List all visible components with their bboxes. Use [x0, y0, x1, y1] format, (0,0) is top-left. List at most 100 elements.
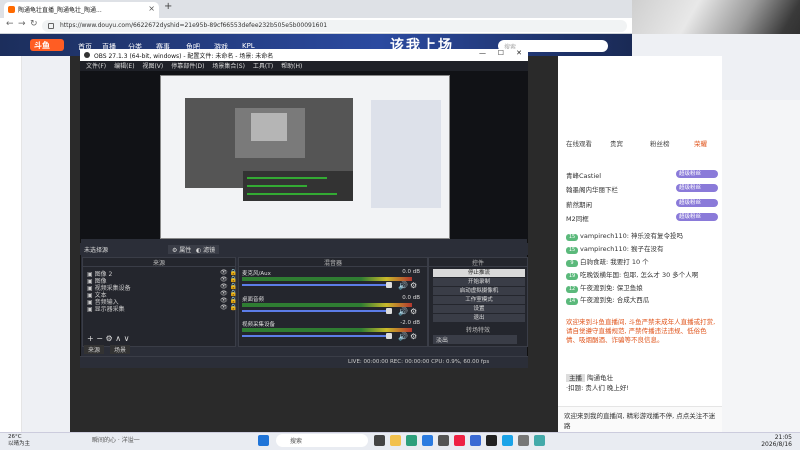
mixer-dock: 混音器 麦克风/Aux 0.0 dB 🔊 ⚙ 桌面音频 0.0 dB 🔊 ⚙ 视… — [238, 257, 428, 347]
chat-message: 12 午夜渡到免: 保卫鱼娘 — [566, 282, 643, 293]
maximize-icon[interactable]: ☐ — [498, 49, 504, 57]
windows-start-icon[interactable] — [258, 435, 269, 446]
taskbar-search[interactable]: 搜索 — [276, 434, 368, 447]
chat-tab-vip[interactable]: 贵宾 — [610, 138, 623, 148]
chat-message: 19 吃晚饭横年国: 包耶, 怎么才 30 多个人啊 — [566, 269, 698, 280]
url-field[interactable]: https://www.douyu.com/6622672dyshid=21e9… — [42, 20, 627, 32]
clock[interactable]: 21:05 2026/8/16 — [752, 434, 792, 448]
volume-slider[interactable] — [242, 333, 392, 339]
weather-widget[interactable]: 26°C 以晴为主 — [8, 434, 30, 447]
gear-icon[interactable]: ⚙ — [410, 307, 417, 316]
obs-status-bar: LIVE: 00:00:00 REC: 00:00:00 CPU: 0.9%, … — [80, 356, 528, 368]
new-tab-button[interactable]: + — [164, 1, 172, 12]
stop-streaming-button[interactable]: 停止推流 — [433, 269, 525, 277]
site-logo[interactable]: 斗鱼 — [30, 39, 64, 51]
obs-taskbar-icon[interactable] — [486, 435, 497, 446]
virtual-camera-button[interactable]: 启动虚拟摄像机 — [433, 287, 525, 295]
chat-tab-honor[interactable]: 荣耀 — [694, 138, 707, 148]
menu-edit[interactable]: 编辑(E) — [114, 63, 134, 70]
controls-header: 控件 — [429, 258, 527, 267]
store-icon[interactable] — [438, 435, 449, 446]
app-icon[interactable] — [534, 435, 545, 446]
gear-icon[interactable]: ⚙ — [410, 332, 417, 341]
sources-header: 来源 — [83, 258, 235, 267]
right-toolbar — [722, 100, 800, 432]
filters-button[interactable]: ◐ 滤镜 — [192, 245, 220, 254]
controls-dock: 控件 停止推流 开始录制 启动虚拟摄像机 工作室模式 设置 退出 转场特效 淡出 — [428, 257, 528, 347]
tab-sources[interactable]: 来源 — [84, 345, 105, 354]
chat-welcome-box[interactable]: 欢迎来到我的直播间, 精彩游戏播不停, 点点关注不迷路 — [558, 406, 722, 432]
chat-message: 15 vampirech110: 猴子在没有 — [566, 243, 663, 254]
close-tab-icon[interactable]: × — [148, 4, 155, 13]
volume-slider[interactable] — [242, 282, 392, 288]
menu-file[interactable]: 文件(F) — [86, 63, 106, 70]
speaker-icon[interactable]: 🔊 — [398, 332, 408, 341]
exit-button[interactable]: 退出 — [433, 314, 525, 322]
obs-logo-icon — [84, 52, 90, 58]
chrome-icon[interactable] — [422, 435, 433, 446]
transitions-header: 转场特效 — [465, 327, 490, 334]
welcome-text: 欢迎来到我的直播间, 精彩游戏播不停, 点点关注不迷路 — [564, 412, 716, 430]
app-icon[interactable] — [374, 435, 385, 446]
source-controls[interactable]: + − ⚙ ∧ ∨ — [87, 334, 129, 343]
app-icon[interactable] — [454, 435, 465, 446]
properties-label: 属性 — [179, 247, 192, 254]
menu-scene-collection[interactable]: 场景集合(S) — [212, 63, 245, 70]
chat-message: 15 vampirech110: 神乐没有复令投吗 — [566, 230, 683, 241]
browser-tab[interactable]: 陶通龟壮直播_陶通龟壮_陶通... × — [4, 2, 159, 18]
speaker-icon[interactable]: 🔊 — [398, 281, 408, 290]
system-notice: 欢迎来到斗鱼直播间, 斗鱼严禁未成年人直播或打赏, 请自觉遵守直播规范, 严禁传… — [566, 318, 716, 344]
gear-icon[interactable]: ⚙ — [410, 281, 417, 290]
volume-slider[interactable] — [242, 308, 392, 314]
chat-tab-viewers[interactable]: 在线观看 — [566, 138, 592, 148]
rank-badge: 超级粉丝 — [676, 199, 718, 207]
chat-tab-fans[interactable]: 粉丝榜 — [650, 138, 670, 148]
tab-title: 陶通龟壮直播_陶通龟壮_陶通... — [18, 7, 102, 14]
close-icon[interactable]: ✕ — [516, 49, 522, 57]
status-text: LIVE: 00:00:00 REC: 00:00:00 CPU: 0.9%, … — [348, 359, 490, 365]
mixer-track-video: 视频采集设备 -2.0 dB 🔊 ⚙ — [242, 320, 420, 341]
menu-help[interactable]: 帮助(H) — [281, 63, 302, 70]
app-icon[interactable] — [470, 435, 481, 446]
preview-capture — [160, 75, 450, 239]
anchor-line: 主播 陶通龟壮 — [566, 372, 613, 382]
speaker-icon[interactable]: 🔊 — [398, 307, 408, 316]
minimize-icon[interactable]: — — [479, 49, 486, 57]
rank-entry[interactable]: 翰墨阁内华丽下栏 — [566, 184, 618, 194]
left-sidebar — [0, 56, 22, 432]
lock-icon — [48, 23, 54, 29]
tab-scenes[interactable]: 场景 — [110, 345, 131, 354]
menu-docks[interactable]: 停靠部件(D) — [171, 63, 204, 70]
url-text: https://www.douyu.com/6622672dyshid=21e9… — [60, 22, 328, 29]
rank-entry[interactable]: M2同框 — [566, 213, 589, 223]
edge-icon[interactable] — [406, 435, 417, 446]
anchor-tip: ·扣题: 贵人们 晚上好! — [566, 384, 629, 392]
start-recording-button[interactable]: 开始录制 — [433, 278, 525, 286]
chat-message: 9 白驹食疏: 我要打 10 个 — [566, 256, 649, 267]
obs-title: OBS 27.1.3 (64-bit, windows) - 配置文件: 未命名… — [94, 53, 274, 60]
explorer-icon[interactable] — [390, 435, 401, 446]
app-icon[interactable] — [518, 435, 529, 446]
transition-select[interactable]: 淡出 — [433, 335, 517, 344]
mixer-header: 混音器 — [239, 258, 427, 267]
source-item[interactable]: ▣ 显示器采集 👁 🔒 — [87, 304, 237, 313]
studio-mode-button[interactable]: 工作室模式 — [433, 296, 525, 304]
settings-button[interactable]: 设置 — [433, 305, 525, 313]
obs-menu-bar: 文件(F) 编辑(E) 视图(V) 停靠部件(D) 场景集合(S) 工具(T) … — [80, 61, 528, 71]
douyu-favicon-icon — [8, 6, 15, 13]
news-widget[interactable]: 瞬间的心 · 洋溢一 — [92, 435, 140, 444]
obs-title-bar: OBS 27.1.3 (64-bit, windows) - 配置文件: 未命名… — [80, 49, 528, 61]
rank-entry[interactable]: 青峰Castiel — [566, 170, 601, 180]
mixer-track-desktop: 桌面音频 0.0 dB 🔊 ⚙ — [242, 295, 420, 316]
app-icon[interactable] — [502, 435, 513, 446]
selected-source-label: 未选择源 — [84, 247, 109, 254]
menu-view[interactable]: 视图(V) — [142, 63, 163, 70]
sources-dock: 来源 ▣ 图像 2 👁 🔒 ▣ 图像 👁 🔒 ▣ 视频采集设备 👁 🔒 ▣ 文本 👁 🔒… — [82, 257, 237, 347]
back-icon[interactable]: ← — [6, 19, 14, 29]
reload-icon[interactable]: ↻ — [30, 19, 38, 29]
rank-entry[interactable]: 薪然期闲 — [566, 199, 592, 209]
rank-badge: 超级粉丝 — [676, 170, 718, 178]
forward-icon[interactable]: → — [18, 19, 26, 29]
menu-tools[interactable]: 工具(T) — [253, 63, 273, 70]
source-toolbar: 未选择源 ⚙ 属性 ◐ 滤镜 — [80, 243, 528, 255]
